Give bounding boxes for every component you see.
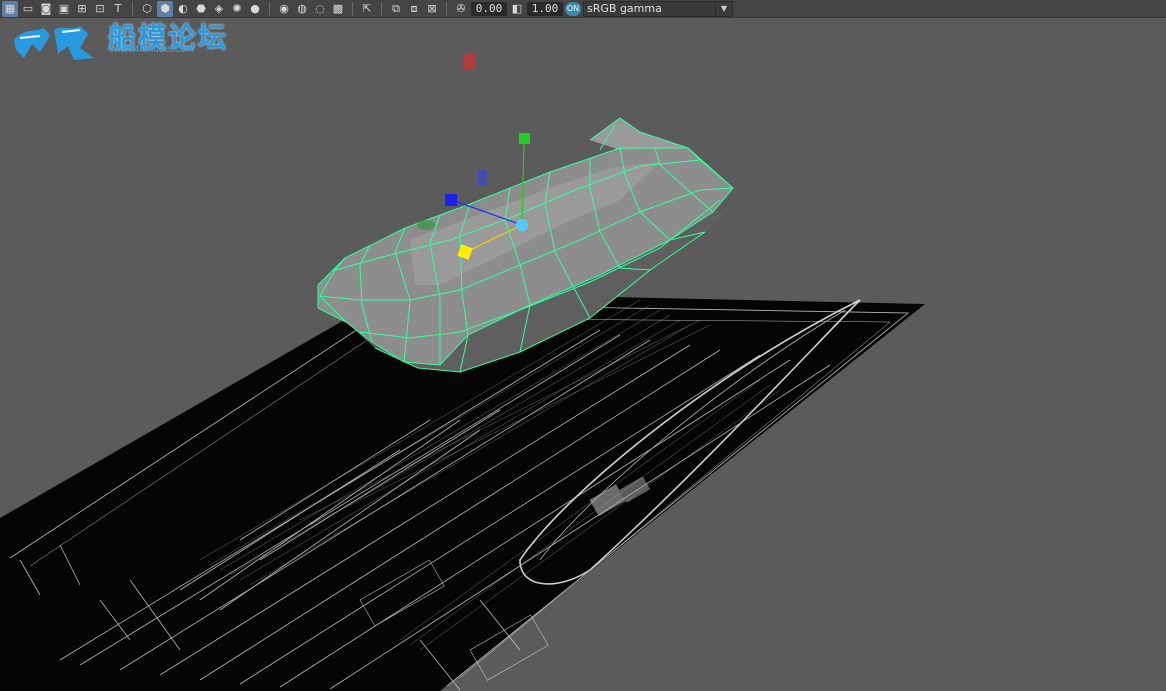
toolbar-divider bbox=[381, 1, 382, 16]
toolbar-divider bbox=[446, 1, 447, 16]
xray-icon[interactable]: ◈ bbox=[211, 1, 227, 17]
z-plane-handle[interactable] bbox=[478, 170, 487, 186]
depth-of-field-icon[interactable]: ▩ bbox=[330, 1, 346, 17]
use-all-lights-icon[interactable]: ✺ bbox=[229, 1, 245, 17]
chevron-down-icon[interactable]: ▼ bbox=[715, 1, 732, 16]
safe-action-icon[interactable]: ⊡ bbox=[92, 1, 108, 17]
wireframe-icon[interactable]: ⬡ bbox=[139, 1, 155, 17]
shadows-icon[interactable]: ● bbox=[247, 1, 263, 17]
resolution-gate-icon[interactable]: ◙ bbox=[38, 1, 54, 17]
field-chart-icon[interactable]: ⊞ bbox=[74, 1, 90, 17]
textured-icon[interactable]: ⬣ bbox=[193, 1, 209, 17]
xray-active-icon[interactable]: ⧈ bbox=[406, 1, 422, 17]
toolbar-divider bbox=[352, 1, 353, 16]
grid-icon[interactable]: ▦ bbox=[2, 0, 18, 17]
screen-space-ao-icon[interactable]: ◉ bbox=[276, 1, 292, 17]
exposure-icon[interactable]: ✇ bbox=[453, 1, 469, 17]
color-management-toggle[interactable]: ON bbox=[565, 1, 581, 16]
xray-joints-icon[interactable]: ⧉ bbox=[388, 1, 404, 17]
z-axis-cube[interactable] bbox=[445, 194, 457, 206]
y-axis-cube[interactable] bbox=[519, 133, 530, 144]
isolate-select-icon[interactable]: ⇱ bbox=[359, 1, 375, 17]
forum-watermark: 船模论坛 www.4hmodel.com bbox=[10, 18, 250, 62]
safe-title-icon[interactable]: T bbox=[110, 1, 126, 17]
exposure-field[interactable]: 0.00 bbox=[471, 1, 507, 16]
watermark-url: www.4hmodel.com bbox=[110, 44, 194, 55]
film-gate-icon[interactable]: ▭ bbox=[20, 1, 36, 17]
hull-bow bbox=[590, 118, 688, 150]
3d-viewport[interactable] bbox=[0, 19, 1166, 691]
gamma-icon[interactable]: ◧ bbox=[509, 1, 525, 17]
wireframe-on-shaded-icon[interactable]: ◐ bbox=[175, 1, 191, 17]
y-plane-handle[interactable] bbox=[417, 220, 435, 230]
toolbar-divider bbox=[269, 1, 270, 16]
gate-mask-icon[interactable]: ▣ bbox=[56, 1, 72, 17]
multisample-aa-icon[interactable]: ◌ bbox=[312, 1, 328, 17]
smooth-shade-icon[interactable]: ⬢ bbox=[157, 0, 173, 17]
toolbar-divider bbox=[132, 1, 133, 16]
watermark-logo-icon bbox=[14, 26, 94, 60]
colorspace-dropdown[interactable]: sRGB gamma ▼ bbox=[583, 0, 733, 17]
colorspace-label: sRGB gamma bbox=[587, 2, 662, 15]
manipulator-center[interactable] bbox=[516, 219, 528, 231]
x-plane-handle[interactable] bbox=[463, 52, 476, 71]
gamma-field[interactable]: 1.00 bbox=[527, 1, 563, 16]
motion-blur-icon[interactable]: ◍ bbox=[294, 1, 310, 17]
camera-attributes-icon[interactable]: ⊠ bbox=[424, 1, 440, 17]
